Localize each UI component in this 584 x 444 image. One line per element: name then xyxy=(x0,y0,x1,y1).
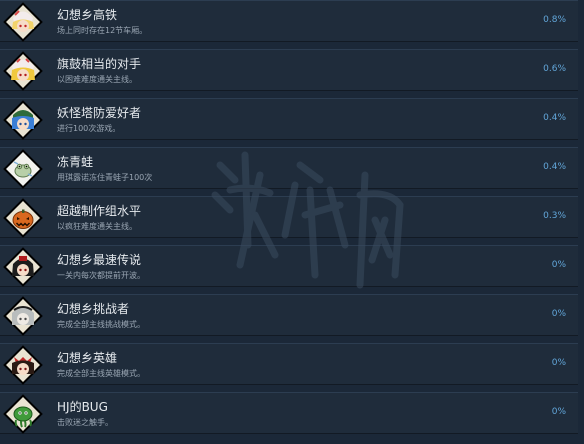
nitori-icon xyxy=(3,100,43,140)
achievement-row[interactable]: 超越制作组水平 以疯狂难度通关主线。 0.3% xyxy=(0,196,578,238)
unlock-percentage: 0% xyxy=(551,309,566,319)
achievement-title: 超越制作组水平 xyxy=(57,204,142,218)
achievement-title: 幻想乡高铁 xyxy=(57,8,118,22)
achievement-row[interactable]: 幻想乡高铁 场上同时存在12节车厢。 0.8% xyxy=(0,0,578,42)
achievement-list: 幻想乡高铁 场上同时存在12节车厢。 0.8% 旗鼓相当的对手 以困难难度通关主… xyxy=(0,0,584,444)
unlock-percentage: 0.3% xyxy=(543,211,566,221)
achievement-title: HJ的BUG xyxy=(57,400,108,414)
achievement-description: 进行100次游戏。 xyxy=(57,124,121,133)
unlock-percentage: 0% xyxy=(551,260,566,270)
achievement-row[interactable]: 幻想乡英雄 完成全部主线英雄模式。 0% xyxy=(0,343,578,385)
achievement-description: 以困难难度通关主线。 xyxy=(57,75,137,84)
achievement-row[interactable]: 妖怪塔防爱好者 进行100次游戏。 0.4% xyxy=(0,98,578,140)
flandre-icon xyxy=(3,2,43,42)
unlock-percentage: 0.8% xyxy=(543,15,566,25)
frog-icon xyxy=(3,149,43,189)
aya-icon xyxy=(3,247,43,287)
reimu-icon xyxy=(3,345,43,385)
achievement-description: 完成全部主线英雄模式。 xyxy=(57,369,145,378)
tentacle-icon xyxy=(3,394,43,434)
achievement-title: 旗鼓相当的对手 xyxy=(57,57,142,71)
unlock-percentage: 0.6% xyxy=(543,64,566,74)
achievement-row[interactable]: 幻想乡最速传说 一关内每次都提前开波。 0% xyxy=(0,245,578,287)
achievement-description: 击败迷之触手。 xyxy=(57,418,113,427)
unlock-percentage: 0.4% xyxy=(543,162,566,172)
achievement-description: 一关内每次都提前开波。 xyxy=(57,271,145,280)
achievement-title: 幻想乡挑战者 xyxy=(57,302,130,316)
achievement-title: 冻青蛙 xyxy=(57,155,94,169)
achievement-row[interactable]: 冻青蛙 用琪露诺冻住青蛙子100次 0.4% xyxy=(0,147,578,189)
achievement-description: 以疯狂难度通关主线。 xyxy=(57,222,137,231)
pumpkin-icon xyxy=(3,198,43,238)
youmu-icon xyxy=(3,296,43,336)
achievement-row[interactable]: 旗鼓相当的对手 以困难难度通关主线。 0.6% xyxy=(0,49,578,91)
achievement-description: 场上同时存在12节车厢。 xyxy=(57,26,148,35)
achievement-title: 幻想乡最速传说 xyxy=(57,253,142,267)
unlock-percentage: 0% xyxy=(551,358,566,368)
achievement-description: 完成全部主线挑战模式。 xyxy=(57,320,145,329)
achievement-row[interactable]: 幻想乡挑战者 完成全部主线挑战模式。 0% xyxy=(0,294,578,336)
unlock-percentage: 0.4% xyxy=(543,113,566,123)
unlock-percentage: 0% xyxy=(551,407,566,417)
achievement-title: 幻想乡英雄 xyxy=(57,351,118,365)
achievement-title: 妖怪塔防爱好者 xyxy=(57,106,142,120)
flandre-icon xyxy=(3,51,43,91)
achievement-row[interactable]: HJ的BUG 击败迷之触手。 0% xyxy=(0,392,578,434)
achievement-description: 用琪露诺冻住青蛙子100次 xyxy=(57,173,153,182)
